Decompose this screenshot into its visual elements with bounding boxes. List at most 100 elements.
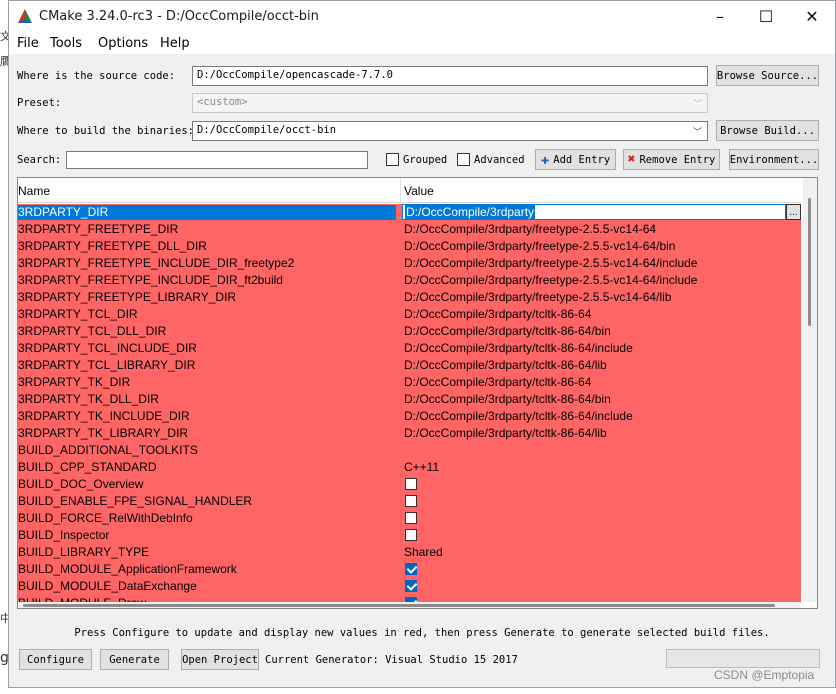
- vertical-scrollbar[interactable]: [803, 178, 817, 602]
- row-name: 3RDPARTY_TK_INCLUDE_DIR: [18, 409, 190, 423]
- menu-options[interactable]: Options: [98, 36, 148, 51]
- table-row[interactable]: 3RDPARTY_FREETYPE_INCLUDE_DIR_ft2build D:…: [18, 272, 801, 289]
- vertical-scroll-thumb[interactable]: [808, 198, 811, 326]
- close-button[interactable]: ✕: [789, 1, 835, 32]
- row-checkbox-unchecked[interactable]: [405, 529, 417, 541]
- generate-label: Generate: [109, 653, 160, 666]
- row-value[interactable]: D:/OccCompile/3rdparty/tcltk-86-64: [404, 375, 591, 389]
- menu-bar: File Tools Options Help: [9, 32, 835, 54]
- generate-button[interactable]: Generate: [100, 649, 169, 670]
- table-row[interactable]: 3RDPARTY_TK_LIBRARY_DIR D:/OccCompile/3rd…: [18, 425, 801, 442]
- table-row[interactable]: 3RDPARTY_TCL_DIR D:/OccCompile/3rdparty/t…: [18, 306, 801, 323]
- menu-file[interactable]: File: [17, 36, 39, 51]
- table-row[interactable]: 3RDPARTY_TCL_LIBRARY_DIR D:/OccCompile/3r…: [18, 357, 801, 374]
- browse-source-button[interactable]: Browse Source...: [716, 65, 819, 86]
- row-value[interactable]: C++11: [404, 460, 439, 474]
- menu-help[interactable]: Help: [160, 36, 190, 51]
- row-name: 3RDPARTY_TK_DIR: [18, 375, 131, 389]
- row-value[interactable]: D:/OccCompile/3rdparty/tcltk-86-64/bin: [404, 324, 611, 338]
- row-name: BUILD_FORCE_RelWithDebInfo: [18, 511, 193, 525]
- table-row[interactable]: BUILD_FORCE_RelWithDebInfo: [18, 510, 801, 527]
- binaries-path-dropdown[interactable]: D:/OccCompile/occt-bin ﹀: [192, 121, 708, 141]
- table-row[interactable]: 3RDPARTY_FREETYPE_DIR D:/OccCompile/3rdpa…: [18, 221, 801, 238]
- table-row[interactable]: 3RDPARTY_FREETYPE_INCLUDE_DIR_freetype2 D…: [18, 255, 801, 272]
- table-row[interactable]: BUILD_ENABLE_FPE_SIGNAL_HANDLER: [18, 493, 801, 510]
- horizontal-scrollbar[interactable]: [18, 602, 801, 608]
- row-value[interactable]: D:/OccCompile/3rdparty/freetype-2.5.5-vc…: [404, 290, 671, 304]
- table-row[interactable]: BUILD_LIBRARY_TYPE Shared: [18, 544, 801, 561]
- add-entry-button[interactable]: ✚ Add Entry: [535, 149, 616, 170]
- cache-variables-table[interactable]: Name Value 3RDPARTY_DIR D:/OccCompile/3r…: [17, 177, 818, 609]
- horizontal-scroll-thumb[interactable]: [23, 604, 775, 607]
- value-editor-input[interactable]: D:/OccCompile/3rdparty: [402, 204, 786, 220]
- maximize-button[interactable]: ☐: [743, 1, 789, 32]
- table-row-selected[interactable]: 3RDPARTY_DIR D:/OccCompile/3rdparty ...: [18, 204, 801, 221]
- row-name: BUILD_CPP_STANDARD: [18, 460, 157, 474]
- browse-path-button[interactable]: ...: [786, 204, 801, 220]
- row-name: 3RDPARTY_FREETYPE_DLL_DIR: [18, 239, 207, 253]
- table-row[interactable]: 3RDPARTY_TK_DIR D:/OccCompile/3rdparty/tc…: [18, 374, 801, 391]
- remove-entry-button[interactable]: ✖ Remove Entry: [623, 149, 720, 170]
- table-row[interactable]: 3RDPARTY_TK_DLL_DIR D:/OccCompile/3rdpart…: [18, 391, 801, 408]
- table-row[interactable]: 3RDPARTY_TK_INCLUDE_DIR D:/OccCompile/3rd…: [18, 408, 801, 425]
- column-header-value[interactable]: Value: [404, 184, 434, 198]
- row-value[interactable]: D:/OccCompile/3rdparty/freetype-2.5.5-vc…: [404, 256, 697, 270]
- row-name: 3RDPARTY_TCL_DLL_DIR: [18, 324, 167, 338]
- chevron-down-icon[interactable]: ﹀: [693, 125, 702, 138]
- row-value[interactable]: D:/OccCompile/3rdparty/freetype-2.5.5-vc…: [404, 222, 656, 236]
- table-row[interactable]: BUILD_CPP_STANDARD C++11: [18, 459, 801, 476]
- browse-build-button[interactable]: Browse Build...: [716, 120, 819, 141]
- configure-button[interactable]: Configure: [19, 649, 92, 670]
- maximize-icon: ☐: [758, 7, 774, 26]
- row-name: BUILD_ADDITIONAL_TOOLKITS: [18, 443, 198, 457]
- minimize-button[interactable]: –: [697, 1, 743, 32]
- column-header-name[interactable]: Name: [18, 184, 50, 198]
- row-name: 3RDPARTY_TCL_INCLUDE_DIR: [18, 341, 197, 355]
- table-row[interactable]: BUILD_Inspector: [18, 527, 801, 544]
- menu-tools[interactable]: Tools: [50, 36, 82, 51]
- search-input[interactable]: [66, 151, 368, 169]
- row-name: BUILD_Inspector: [18, 528, 110, 542]
- preset-label: Preset:: [17, 97, 62, 109]
- close-icon: ✕: [805, 7, 819, 26]
- table-row[interactable]: 3RDPARTY_TCL_INCLUDE_DIR D:/OccCompile/3r…: [18, 340, 801, 357]
- row-value[interactable]: D:/OccCompile/3rdparty/freetype-2.5.5-vc…: [404, 239, 675, 253]
- row-checkbox-checked[interactable]: [405, 580, 417, 592]
- source-label: Where is the source code:: [17, 70, 176, 82]
- table-row[interactable]: BUILD_MODULE_DataExchange: [18, 578, 801, 595]
- row-checkbox-checked[interactable]: [405, 563, 417, 575]
- open-project-button[interactable]: Open Project: [181, 649, 259, 670]
- row-value[interactable]: D:/OccCompile/3rdparty/tcltk-86-64: [404, 307, 591, 321]
- table-row[interactable]: 3RDPARTY_TCL_DLL_DIR D:/OccCompile/3rdpar…: [18, 323, 801, 340]
- row-value[interactable]: D:/OccCompile/3rdparty/tcltk-86-64/bin: [404, 392, 611, 406]
- source-path-input[interactable]: D:/OccCompile/opencascade-7.7.0: [192, 66, 708, 86]
- row-value[interactable]: D:/OccCompile/3rdparty/freetype-2.5.5-vc…: [404, 273, 697, 287]
- row-value[interactable]: D:/OccCompile/3rdparty/tcltk-86-64/lib: [404, 426, 607, 440]
- row-name: BUILD_MODULE_DataExchange: [18, 579, 197, 593]
- value-editor-text: D:/OccCompile/3rdparty: [405, 205, 536, 219]
- table-row[interactable]: BUILD_ADDITIONAL_TOOLKITS: [18, 442, 801, 459]
- row-value[interactable]: Shared: [404, 545, 443, 559]
- preset-dropdown: <custom> ﹀: [192, 93, 708, 113]
- row-checkbox-unchecked[interactable]: [405, 512, 417, 524]
- column-divider[interactable]: [400, 178, 401, 203]
- ellipsis-icon: ...: [789, 206, 798, 218]
- row-value[interactable]: D:/OccCompile/3rdparty/tcltk-86-64/inclu…: [404, 409, 633, 423]
- remove-icon: ✖: [627, 152, 636, 167]
- table-row[interactable]: BUILD_DOC_Overview: [18, 476, 801, 493]
- table-row[interactable]: 3RDPARTY_FREETYPE_DLL_DIR D:/OccCompile/3…: [18, 238, 801, 255]
- table-row[interactable]: 3RDPARTY_FREETYPE_LIBRARY_DIR D:/OccCompi…: [18, 289, 801, 306]
- grouped-checkbox[interactable]: [386, 153, 399, 166]
- environment-button[interactable]: Environment...: [729, 149, 819, 170]
- advanced-checkbox[interactable]: [457, 153, 470, 166]
- source-path-value: D:/OccCompile/opencascade-7.7.0: [197, 69, 393, 81]
- configure-label: Configure: [27, 653, 84, 666]
- row-checkbox-unchecked[interactable]: [405, 495, 417, 507]
- row-value[interactable]: D:/OccCompile/3rdparty/tcltk-86-64/lib: [404, 358, 607, 372]
- row-value[interactable]: D:/OccCompile/3rdparty/tcltk-86-64/inclu…: [404, 341, 633, 355]
- chevron-down-icon: ﹀: [692, 100, 702, 110]
- table-row[interactable]: BUILD_MODULE_Draw: [18, 595, 801, 602]
- table-row[interactable]: BUILD_MODULE_ApplicationFramework: [18, 561, 801, 578]
- row-checkbox-unchecked[interactable]: [405, 478, 417, 490]
- title-bar[interactable]: CMake 3.24.0-rc3 - D:/OccCompile/occt-bi…: [9, 1, 835, 32]
